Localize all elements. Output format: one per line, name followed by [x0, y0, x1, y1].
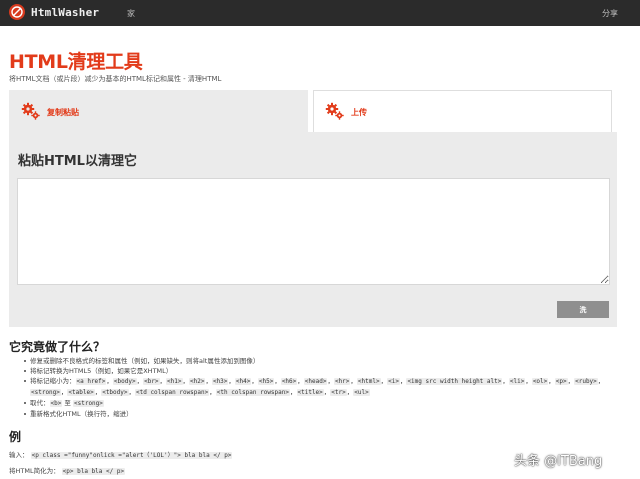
list-item-reduce: 将标记缩小为：<a href>，<body>，<br>，<h1>，<h2>，<h…	[24, 376, 615, 398]
tab-copy-paste-label: 复制粘贴	[47, 108, 79, 117]
example-output-label: 将HTML简化为：	[9, 467, 60, 475]
reduce-tag-code: <h2>	[189, 378, 206, 385]
list-item-replace: 取代：<b> 至 <strong>	[24, 398, 615, 409]
replace-to-code: <strong>	[73, 400, 104, 407]
reduce-prefix: 将标记缩小为：	[30, 377, 76, 385]
reduce-tag-code: <th colspan rowspan>	[215, 389, 290, 396]
example-input-label: 输入：	[9, 451, 29, 459]
reduce-tag-list: <a href>，<body>，<br>，<h1>，<h2>，<h3>，<h4>…	[30, 377, 605, 396]
tab-upload[interactable]: 上传	[313, 90, 612, 134]
reduce-tag-code: <h6>	[280, 378, 298, 385]
reduce-tag-code: <ruby>	[574, 378, 598, 385]
page-subtitle: 将HTML文档（或片段）减少为基本的HTML标记和属性 - 清理HTML	[9, 75, 222, 83]
gears-icon	[325, 101, 345, 121]
paste-heading: 粘贴HTML以清理它	[18, 154, 137, 169]
top-navbar: HtmlWasher 家 分享	[0, 0, 640, 26]
reduce-tag-code: <img src width height alt>	[406, 378, 503, 385]
reduce-tag-code: <tbody>	[101, 389, 129, 396]
nav-share-link[interactable]: 分享	[602, 8, 618, 19]
reduce-tag-code: <head>	[303, 378, 328, 385]
reduce-tag-code: <td colspan rowspan>	[135, 389, 210, 396]
example-input-code: <p class ="funny"onlick ="alert（'LOL'）">…	[30, 452, 233, 459]
reduce-tag-code: <h5>	[257, 378, 275, 385]
reduce-tag-code: <strong>	[30, 389, 61, 396]
reduce-tag-code: <table>	[67, 389, 95, 396]
replace-prefix: 取代：	[30, 399, 50, 407]
brand-name[interactable]: HtmlWasher	[31, 6, 99, 19]
reduce-tag-code: <a href>	[75, 378, 107, 385]
reduce-tag-code: <body>	[112, 378, 137, 385]
watermark: 头条 @ITBang	[514, 454, 603, 469]
example-input: 输入： <p class ="funny"onlick ="alert（'LOL…	[9, 449, 233, 459]
reduce-tag-code: <br>	[143, 378, 160, 385]
tab-upload-label: 上传	[351, 108, 367, 117]
reduce-tag-code: <h1>	[166, 378, 183, 385]
reduce-tag-code: <title>	[296, 389, 324, 396]
replace-from-code: <b>	[49, 400, 63, 407]
reduce-tag-code: <ol>	[531, 378, 549, 385]
clean-button[interactable]: 洗	[557, 301, 609, 318]
reduce-tag-code: <ul>	[353, 389, 370, 396]
reduce-tag-code: <hr>	[333, 378, 351, 385]
list-item-reformat: 重新格式化HTML（换行符，缩进）	[24, 409, 615, 419]
list-item-convert: 将标记转换为HTML5（例如，如果它是XHTML）	[24, 366, 615, 376]
nav-home-link[interactable]: 家	[127, 8, 135, 19]
example-output-code: <p> bla bla </ p>	[61, 468, 126, 475]
replace-mid: 至	[64, 399, 71, 407]
example-output: 将HTML简化为： <p> bla bla </ p>	[9, 465, 126, 475]
reduce-tag-code: <p>	[554, 378, 568, 385]
what-it-does-heading: 它究竟做了什么？	[9, 340, 106, 354]
reduce-tag-code: <html>	[356, 378, 381, 385]
reduce-tag-code: <tr>	[330, 389, 347, 396]
page-title: HTML清理工具	[9, 51, 143, 73]
reduce-tag-code: <h4>	[234, 378, 252, 385]
html-input-textarea[interactable]	[17, 178, 610, 285]
reduce-tag-code: <h3>	[211, 378, 229, 385]
reduce-tag-code: <i>	[387, 378, 400, 385]
reduce-tag-code: <li>	[508, 378, 526, 385]
list-item-fix: 修复或删除不良格式的标签和属性（例如，如果缺失，则将alt属性添加到图像）	[24, 356, 615, 366]
paste-panel: 粘贴HTML以清理它 洗	[9, 132, 617, 327]
example-heading: 例	[9, 430, 22, 444]
logo-icon[interactable]	[9, 4, 25, 20]
gears-icon	[21, 101, 41, 121]
feature-list: 修复或删除不良格式的标签和属性（例如，如果缺失，则将alt属性添加到图像） 将标…	[24, 356, 615, 419]
tab-copy-paste[interactable]: 复制粘贴	[9, 90, 308, 134]
